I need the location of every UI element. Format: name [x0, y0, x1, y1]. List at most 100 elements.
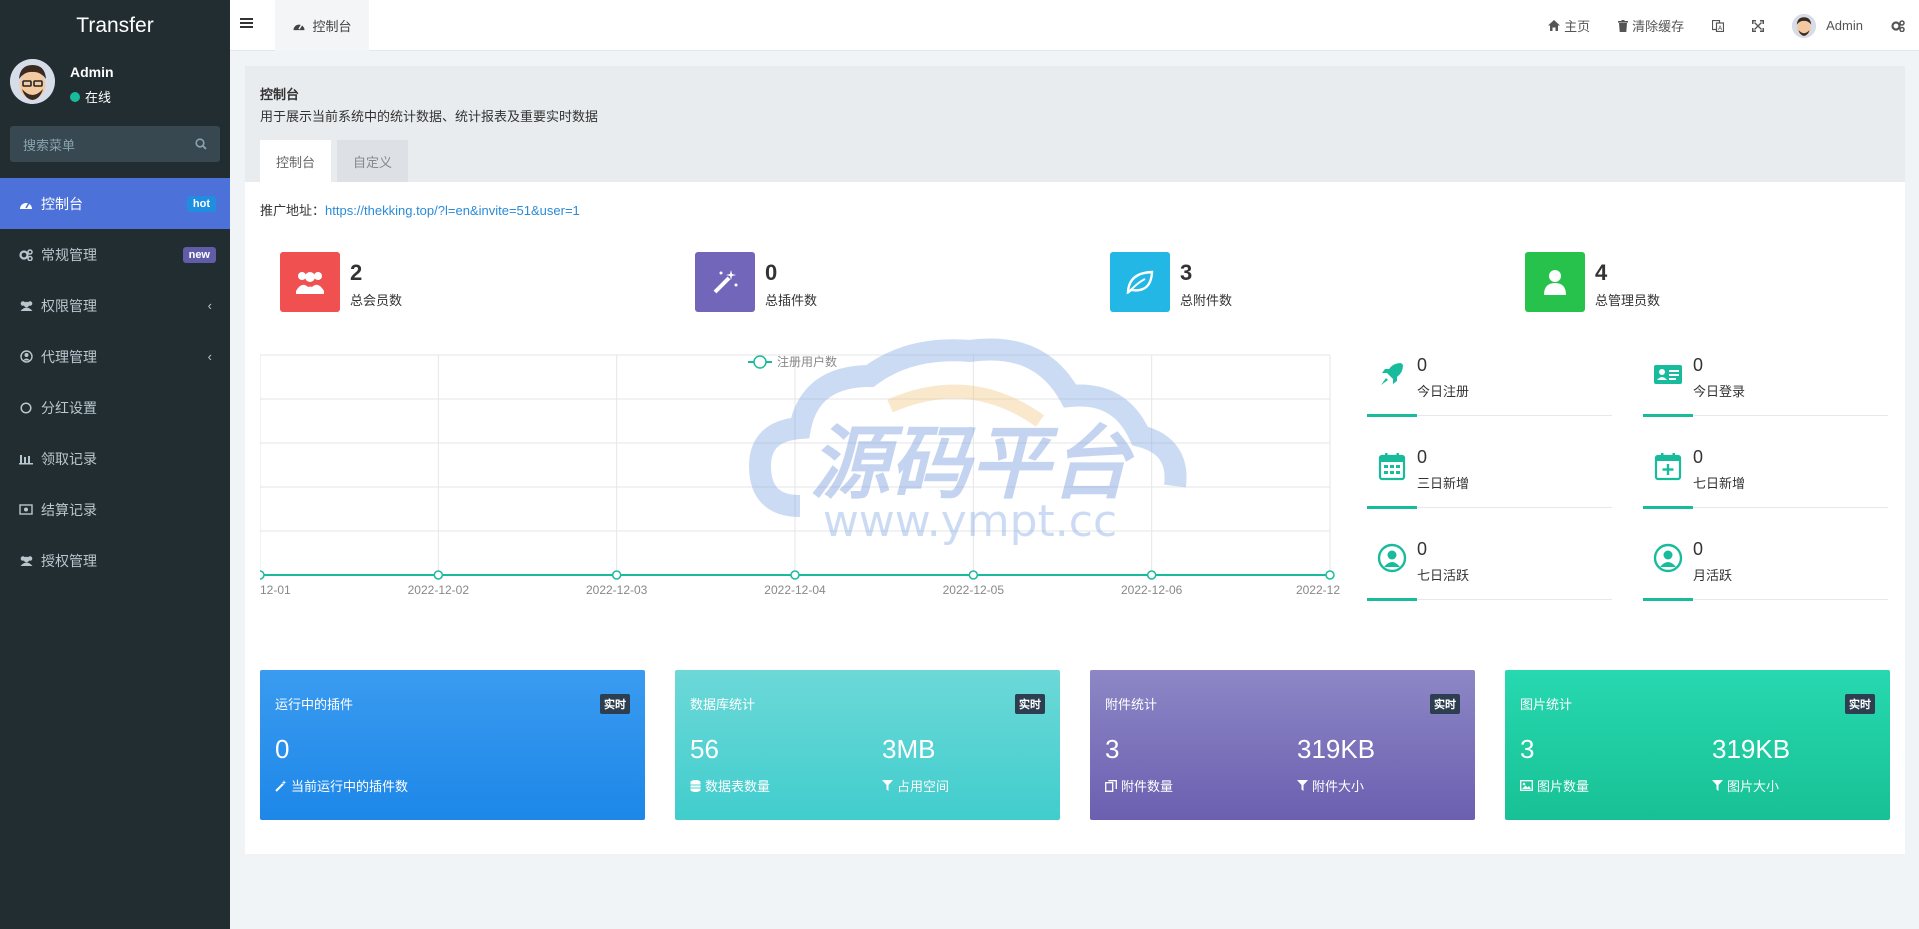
sidebar-item-claims[interactable]: 领取记录	[0, 433, 230, 484]
circle-icon	[18, 400, 34, 416]
home-link[interactable]: 主页	[1534, 16, 1604, 35]
language-icon: A	[1712, 19, 1725, 32]
card-images: 图片统计 实时 3 图片数量 319KB 图片大小	[1505, 670, 1890, 820]
mini-stat-label: 月活跃	[1693, 568, 1733, 583]
accent-bar	[1643, 506, 1693, 509]
clear-cache-button[interactable]: 清除缓存	[1604, 16, 1698, 35]
realtime-badge: 实时	[1430, 694, 1460, 714]
page-tabs: 控制台 自定义	[260, 140, 409, 182]
sidebar-item-agents[interactable]: 代理管理 ‹	[0, 331, 230, 382]
app-logo[interactable]: Transfer	[0, 0, 230, 51]
card-subtitle-text: 数据表数量	[705, 779, 771, 794]
user-status: 在线	[70, 87, 111, 106]
card-title: 附件统计	[1105, 697, 1158, 712]
x-tick-label: 2022-12-04	[764, 583, 826, 597]
data-point	[260, 570, 265, 580]
tab-label: 控制台	[312, 19, 352, 34]
filter-icon	[882, 780, 893, 791]
user-avatar	[1792, 13, 1817, 38]
card-subtitle-text: 图片大小	[1727, 779, 1780, 794]
top-navbar: 控制台 主页 清除缓存 A Admin	[230, 0, 1919, 51]
settings-button[interactable]	[1877, 19, 1919, 32]
mini-stat-seven-day-new: 0 七日新增	[1643, 443, 1888, 509]
card-value: 0	[275, 734, 290, 764]
mini-stat-three-day-new: 0 三日新增	[1367, 443, 1612, 509]
list-icon	[18, 451, 34, 467]
card-title: 数据库统计	[690, 697, 756, 712]
language-button[interactable]: A	[1698, 19, 1738, 32]
sidebar-item-label: 控制台	[41, 195, 83, 212]
accent-bar	[1367, 598, 1417, 601]
data-point	[433, 570, 444, 580]
sidebar-item-label: 授权管理	[41, 552, 97, 569]
sidebar-item-dividend[interactable]: 分红设置	[0, 382, 230, 433]
menu-search-input[interactable]: 搜索菜单	[10, 126, 220, 162]
mini-stat-value: 0	[1693, 355, 1704, 375]
user-menu[interactable]: Admin	[1778, 13, 1877, 38]
sidebar-item-label: 分红设置	[41, 399, 97, 416]
database-icon	[690, 779, 701, 792]
tab-dashboard[interactable]: 控制台	[260, 140, 332, 182]
sidebar-item-label: 权限管理	[41, 297, 97, 314]
user-avatar	[10, 59, 55, 104]
group-icon	[18, 298, 34, 314]
card-value-secondary: 319KB	[1712, 734, 1791, 764]
card-database: 数据库统计 实时 56 数据表数量 3MB 占用空间	[675, 670, 1060, 820]
user-circle-icon	[18, 349, 34, 365]
card-subtitle-secondary: 占用空间	[882, 776, 949, 795]
menu-toggle-icon[interactable]	[240, 17, 253, 29]
trash-icon	[1618, 19, 1629, 32]
stat-attachments: 3 总附件数	[1110, 252, 1470, 314]
tab-dashboard[interactable]: 控制台	[275, 0, 369, 51]
stat-label: 总插件数	[765, 293, 818, 308]
accent-bar	[1643, 414, 1693, 417]
data-point	[790, 570, 800, 580]
mini-stat-value: 0	[1417, 539, 1428, 559]
mini-stat-label: 今日登录	[1693, 384, 1746, 399]
data-point	[1325, 570, 1335, 580]
chevron-left-icon: ‹	[207, 349, 212, 364]
leaf-icon	[1110, 252, 1170, 312]
sidebar-item-permissions[interactable]: 权限管理 ‹	[0, 280, 230, 331]
clear-cache-label: 清除缓存	[1632, 19, 1685, 34]
mini-stat-seven-day-active: 0 七日活跃	[1367, 535, 1612, 601]
calendar-icon	[1377, 451, 1407, 481]
page-title: 控制台	[260, 87, 300, 102]
tab-custom[interactable]: 自定义	[337, 140, 409, 182]
sidebar-item-label: 常规管理	[41, 246, 97, 263]
chart-canvas: 12-01 2022-12-02 2022-12-03 2022-12-04 2022-…	[260, 354, 1340, 597]
data-point	[611, 570, 622, 580]
home-icon	[1548, 20, 1561, 31]
sidebar-item-licenses[interactable]: 授权管理	[0, 535, 230, 586]
card-subtitle: 当前运行中的插件数	[275, 776, 408, 795]
main-content: 控制台 用于展示当前系统中的统计数据、统计报表及重要实时数据 控制台 自定义 推…	[245, 66, 1905, 854]
navbar-right: 主页 清除缓存 A Admin	[1534, 0, 1919, 51]
chevron-left-icon: ‹	[207, 298, 212, 313]
promo-link[interactable]: https://thekking.top/?l=en&invite=51&use…	[325, 203, 580, 218]
stat-admins: 4 总管理员数	[1525, 252, 1885, 314]
card-title: 运行中的插件	[275, 697, 354, 712]
stat-value: 3	[1180, 260, 1193, 285]
card-value: 56	[690, 734, 719, 764]
fullscreen-button[interactable]	[1738, 19, 1778, 32]
menu-search-placeholder[interactable]: 搜索菜单	[23, 135, 75, 154]
realtime-badge: 实时	[1015, 694, 1045, 714]
id-card-icon	[1653, 359, 1683, 389]
sidebar-item-general[interactable]: 常规管理 new	[0, 229, 230, 280]
sidebar-item-settlements[interactable]: 结算记录	[0, 484, 230, 535]
user-status-text: 在线	[85, 90, 112, 105]
user-name: Admin	[70, 64, 114, 80]
data-point	[1146, 570, 1157, 580]
card-subtitle-text: 附件大小	[1312, 779, 1365, 794]
search-icon[interactable]	[195, 138, 207, 150]
sidebar-item-label: 领取记录	[41, 450, 97, 467]
registration-chart: 12-01 2022-12-02 2022-12-03 2022-12-04 2022-…	[260, 350, 1340, 610]
sidebar-item-dashboard[interactable]: 控制台 hot	[0, 178, 230, 229]
promo-label: 推广地址：	[260, 203, 326, 218]
stat-value: 4	[1595, 260, 1608, 285]
card-subtitle: 附件数量	[1105, 776, 1173, 795]
accent-bar	[1643, 598, 1693, 601]
x-tick-label: 2022-12-06	[1121, 583, 1183, 597]
stat-value: 2	[350, 260, 363, 285]
mini-stat-value: 0	[1417, 355, 1428, 375]
